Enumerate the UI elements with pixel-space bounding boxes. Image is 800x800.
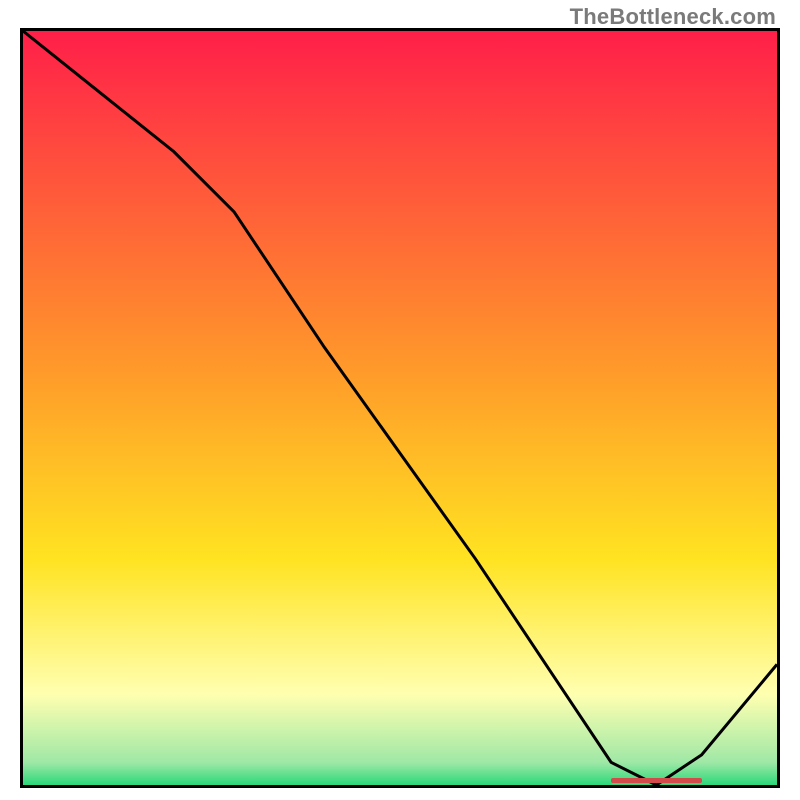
optimum-range-marker: [611, 778, 701, 783]
chart-plot-area: [20, 28, 780, 788]
bottleneck-curve: [23, 31, 777, 785]
watermark-text: TheBottleneck.com: [570, 4, 776, 30]
